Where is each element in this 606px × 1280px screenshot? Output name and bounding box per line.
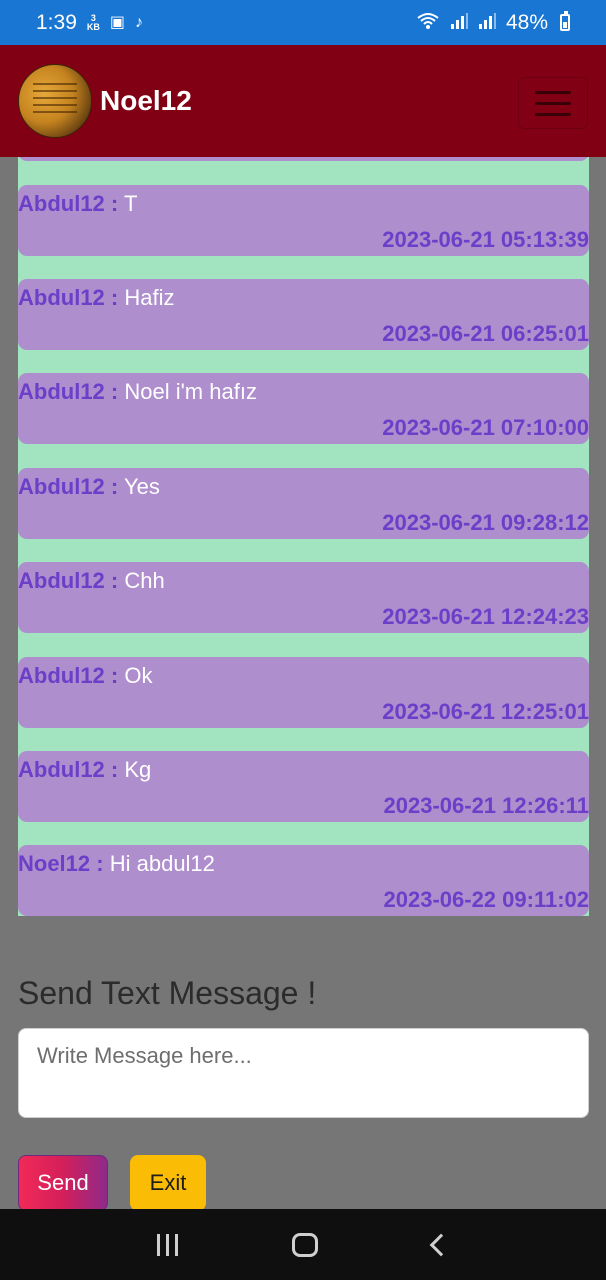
recents-icon[interactable]	[157, 1233, 179, 1256]
message-item	[18, 157, 589, 161]
signal-icon	[478, 12, 496, 33]
battery-percent: 48%	[505, 10, 548, 34]
status-time: 1:39	[36, 10, 77, 34]
image-icon: ▣	[109, 13, 125, 31]
system-nav-bar	[0, 1209, 606, 1280]
message-text: Noel i'm hafız	[124, 379, 257, 404]
message-timestamp: 2023-06-21 12:25:01	[382, 699, 589, 724]
message-item: Abdul12 : Chh 2023-06-21 12:24:23	[18, 562, 589, 633]
page-title: Noel12	[100, 85, 192, 116]
message-text: Yes	[123, 474, 160, 499]
back-icon[interactable]	[429, 1233, 453, 1256]
message-timestamp: 2023-06-21 07:10:00	[382, 415, 589, 440]
message-sender: Abdul12 :	[18, 568, 119, 593]
message-timestamp: 2023-06-21 05:13:39	[382, 227, 589, 252]
message-item: Abdul12 : Noel i'm hafız 2023-06-21 07:1…	[18, 373, 589, 444]
data-rate-unit: KB	[86, 21, 100, 32]
message-sender: Abdul12 :	[18, 757, 119, 782]
message-sender: Abdul12 :	[18, 379, 119, 404]
message-timestamp: 2023-06-21 06:25:01	[382, 321, 589, 346]
battery-icon	[560, 11, 570, 31]
app-header: Noel12	[0, 45, 606, 157]
message-item: Noel12 : Hi abdul12 2023-06-22 09:11:02	[18, 845, 589, 916]
send-button[interactable]: Send	[18, 1155, 108, 1211]
message-sender: Abdul12 :	[18, 191, 119, 216]
message-timestamp: 2023-06-21 12:24:23	[382, 604, 589, 629]
status-right: 48%	[416, 11, 570, 35]
message-text: Chh	[124, 568, 165, 593]
message-input[interactable]	[18, 1028, 589, 1118]
status-bar: 1:39 3 KB ▣ ♪ 48%	[0, 0, 606, 45]
message-sender: Noel12 :	[18, 851, 104, 876]
avatar-image[interactable]	[18, 64, 92, 138]
exit-button[interactable]: Exit	[130, 1155, 206, 1211]
message-sender: Abdul12 :	[18, 474, 119, 499]
message-text: Hi abdul12	[109, 851, 215, 876]
status-left: 1:39 3 KB ▣ ♪	[36, 11, 143, 35]
message-item: Abdul12 : Ok 2023-06-21 12:25:01	[18, 657, 589, 728]
message-item: Abdul12 : Kg 2023-06-21 12:26:11	[18, 751, 589, 822]
send-message-heading: Send Text Message !	[18, 975, 317, 1011]
signal-icon	[450, 12, 468, 33]
message-text: Kg	[124, 757, 152, 782]
message-timestamp: 2023-06-21 12:26:11	[383, 793, 590, 818]
message-text: Hafiz	[124, 285, 175, 310]
message-item: Abdul12 : Yes 2023-06-21 09:28:12	[18, 468, 589, 539]
message-text: T	[123, 191, 138, 216]
message-timestamp: 2023-06-21 09:28:12	[382, 510, 589, 535]
wifi-icon	[416, 12, 440, 34]
tiktok-icon: ♪	[135, 13, 143, 31]
message-item: Abdul12 : Hafiz 2023-06-21 06:25:01	[18, 279, 589, 350]
message-sender: Abdul12 :	[18, 285, 119, 310]
menu-icon[interactable]	[518, 77, 588, 129]
message-text: Ok	[124, 663, 153, 688]
data-rate-indicator: 3 KB	[86, 13, 100, 32]
message-item: Abdul12 : T 2023-06-21 05:13:39	[18, 185, 589, 256]
message-sender: Abdul12 :	[18, 663, 119, 688]
message-timestamp: 2023-06-22 09:11:02	[383, 887, 590, 912]
home-icon[interactable]	[292, 1232, 319, 1257]
chat-messages-area[interactable]: Abdul12 : T 2023-06-21 05:13:39 Abdul12 …	[18, 157, 589, 916]
